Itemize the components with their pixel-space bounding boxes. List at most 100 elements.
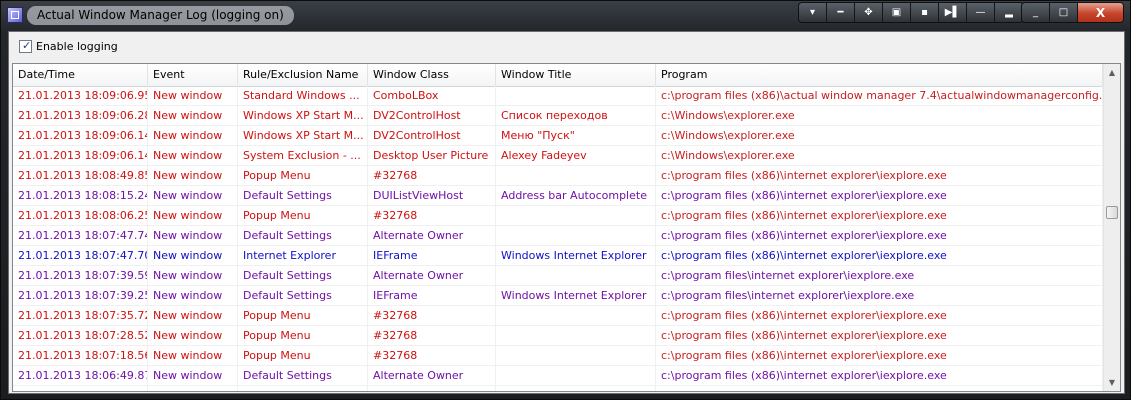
cell-program: c:\program files (x86)\internet explorer… (656, 326, 1103, 345)
cell-window-title: Address bar Autocomplete (496, 186, 656, 205)
enable-logging-checkbox[interactable]: ✓ (19, 39, 32, 53)
table-row[interactable]: 21.01.2013 18:07:28.520 New window Popup M… (13, 326, 1103, 346)
cell-datetime: 21.01.2013 18:08:06.257 (13, 206, 148, 225)
cell-program: c:\program files\internet explorer\iexpl… (656, 266, 1103, 285)
cell-datetime: 21.01.2013 18:09:06.145 (13, 146, 148, 165)
cell-program: c:\program files (x86)\internet explorer… (656, 366, 1103, 385)
cell-window-title (496, 206, 656, 225)
cell-rule: Popup Menu (238, 346, 368, 365)
cell-window-title: Alexey Fadeyev (496, 146, 656, 165)
log-window: Actual Window Manager Log (logging on) ▾… (0, 0, 1131, 400)
table-row[interactable]: 21.01.2013 18:07:35.727 New window Popup M… (13, 306, 1103, 326)
cell-rule: Popup Menu (238, 206, 368, 225)
cell-program: c:\program files (x86)\internet explorer… (656, 166, 1103, 185)
move-icon[interactable]: ✥ (855, 3, 883, 22)
cell-window-class: #32768 (368, 346, 496, 365)
cell-window-title: Windows Internet Explorer (496, 386, 656, 391)
minimize-icon[interactable]: — (967, 3, 995, 22)
column-header-event[interactable]: Event (148, 64, 238, 86)
app-icon[interactable] (7, 7, 23, 23)
list-header: Date/Time Event Rule/Exclusion Name Wind… (13, 64, 1103, 87)
cell-event: New window (148, 306, 238, 325)
enable-logging-label[interactable]: Enable logging (36, 40, 118, 54)
min-icon[interactable]: _ (1022, 3, 1050, 22)
minimize-alt-icon[interactable]: ▂ (995, 3, 1023, 22)
cell-window-title: Windows Internet Explorer (496, 286, 656, 305)
cell-window-title (496, 346, 656, 365)
table-row[interactable]: 21.01.2013 18:06:49.879 New window Default… (13, 366, 1103, 386)
cell-window-class: Desktop User Picture (368, 146, 496, 165)
cell-program: c:\program files (x86)\internet explorer… (656, 386, 1103, 391)
table-row[interactable]: 21.01.2013 18:06:49.817New windowInterne… (13, 386, 1103, 391)
cell-window-class: IEFrame (368, 246, 496, 265)
roll-up-icon[interactable]: ▾ (799, 3, 827, 22)
table-row[interactable]: 21.01.2013 18:09:06.145 New window System … (13, 146, 1103, 166)
options-bar: ✓ Enable logging (9, 32, 1124, 62)
cell-datetime: 21.01.2013 18:08:15.242 (13, 186, 148, 205)
cell-program: c:\program files (x86)\actual window man… (656, 86, 1103, 105)
column-header-window-class[interactable]: Window Class (368, 64, 496, 86)
cell-rule: Windows XP Start M... (238, 126, 368, 145)
cell-rule: Internet Explorer (238, 386, 368, 391)
cell-window-title (496, 166, 656, 185)
cell-rule: Windows XP Start M... (238, 106, 368, 125)
column-header-window-title[interactable]: Window Title (496, 64, 656, 86)
cell-window-class: #32768 (368, 306, 496, 325)
cell-datetime: 21.01.2013 18:07:18.567 (13, 346, 148, 365)
table-row[interactable]: 21.01.2013 18:09:06.286 New window Windows… (13, 106, 1103, 126)
scroll-down-icon[interactable]: ▼ (1104, 374, 1120, 391)
cell-rule: Default Settings (238, 286, 368, 305)
cell-window-title (496, 226, 656, 245)
max-icon[interactable]: □ (1050, 3, 1078, 22)
log-list[interactable]: Date/Time Event Rule/Exclusion Name Wind… (12, 63, 1121, 392)
extra-title-buttons: ▾ ━ ✥ ▣ ▪ ▶▌ — ▂ (798, 2, 1024, 23)
cell-event: New window (148, 206, 238, 225)
vertical-scrollbar[interactable]: ▲ ▼ (1103, 64, 1120, 391)
table-row[interactable]: 21.01.2013 18:07:39.253 New window Default… (13, 286, 1103, 306)
table-row[interactable]: 21.01.2013 18:08:49.859 New window Popup M… (13, 166, 1103, 186)
cell-window-class: Alternate Owner (368, 266, 496, 285)
cell-datetime: 21.01.2013 18:09:06.145 (13, 126, 148, 145)
cell-window-title (496, 306, 656, 325)
cell-rule: Default Settings (238, 266, 368, 285)
cell-window-title (496, 86, 656, 105)
cell-window-title: Список переходов (496, 106, 656, 125)
cell-program: c:\program files (x86)\internet explorer… (656, 346, 1103, 365)
column-header-program[interactable]: Program (656, 64, 1103, 86)
cell-datetime: 21.01.2013 18:07:28.520 (13, 326, 148, 345)
cell-program: c:\program files (x86)\internet explorer… (656, 246, 1103, 265)
transparency-icon[interactable]: ━ (827, 3, 855, 22)
cell-program: c:\program files (x86)\internet explorer… (656, 186, 1103, 205)
cell-event: New window (148, 326, 238, 345)
cell-window-class: #32768 (368, 326, 496, 345)
scrollbar-thumb[interactable] (1106, 206, 1118, 219)
cell-rule: Popup Menu (238, 166, 368, 185)
table-row[interactable]: 21.01.2013 18:07:47.708 New window Interne… (13, 246, 1103, 266)
cell-program: c:\program files\internet explorer\iexpl… (656, 286, 1103, 305)
column-header-datetime[interactable]: Date/Time (13, 64, 148, 86)
table-row[interactable]: 21.01.2013 18:07:47.740 New window Default… (13, 226, 1103, 246)
cell-program: c:\Windows\explorer.exe (656, 146, 1103, 165)
cell-datetime: 21.01.2013 18:07:47.708 (13, 246, 148, 265)
scroll-up-icon[interactable]: ▲ (1104, 64, 1120, 81)
cell-window-class: Alternate Owner (368, 226, 496, 245)
table-row[interactable]: 21.01.2013 18:09:06.145 New window Windows… (13, 126, 1103, 146)
cell-window-class: #32768 (368, 206, 496, 225)
cell-window-class: Alternate Owner (368, 366, 496, 385)
window-to-monitor-icon[interactable]: ▣ (883, 3, 911, 22)
stay-on-top-icon[interactable]: ▶▌ (939, 3, 967, 22)
cell-event: New window (148, 286, 238, 305)
title-bar[interactable]: Actual Window Manager Log (logging on) ▾… (1, 1, 1131, 31)
cell-window-title: Меню "Пуск" (496, 126, 656, 145)
cell-program: c:\program files (x86)\internet explorer… (656, 306, 1103, 325)
table-row[interactable]: 21.01.2013 18:09:06.956 New window Standar… (13, 86, 1103, 106)
table-row[interactable]: 21.01.2013 18:07:39.596 New window Default… (13, 266, 1103, 286)
minimize-to-tray-icon[interactable]: ▪ (911, 3, 939, 22)
column-header-rule[interactable]: Rule/Exclusion Name (238, 64, 368, 86)
table-row[interactable]: 21.01.2013 18:08:06.257 New window Popup M… (13, 206, 1103, 226)
cell-rule: Default Settings (238, 366, 368, 385)
table-row[interactable]: 21.01.2013 18:07:18.567 New window Popup M… (13, 346, 1103, 366)
table-row[interactable]: 21.01.2013 18:08:15.242 New window Default… (13, 186, 1103, 206)
close-button[interactable]: X (1078, 3, 1123, 22)
cell-window-class: DV2ControlHost (368, 126, 496, 145)
